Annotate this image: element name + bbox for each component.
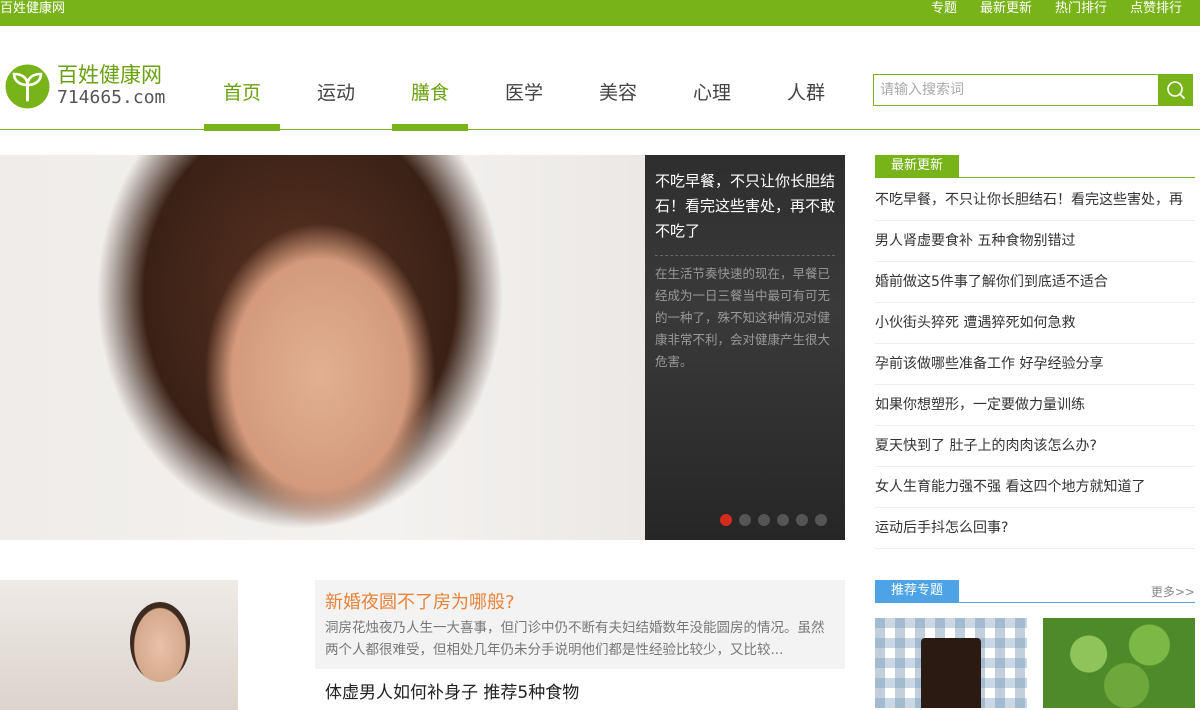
- latest-header: 最新更新: [875, 155, 1195, 178]
- latest-item[interactable]: 孕前该做哪些准备工作 好孕经验分享: [875, 344, 1195, 385]
- slider-dot[interactable]: [720, 514, 732, 526]
- recommended-topics: 推荐专题 更多>>: [875, 580, 1195, 708]
- latest-item[interactable]: 夏天快到了 肚子上的肉肉该怎么办?: [875, 426, 1195, 467]
- feature-article: 新婚夜圆不了房为哪般? 洞房花烛夜乃人生一大喜事，但门诊中仍不断有夫妇结婚数年没…: [315, 580, 845, 669]
- top-link-latest[interactable]: 最新更新: [980, 0, 1032, 18]
- topic-image-mint[interactable]: [1043, 618, 1195, 708]
- slider-caption-panel: 不吃早餐，不只让你长胆结石！看完这些害处，再不敢不吃了 在生活节奏快速的现在，早…: [645, 155, 845, 540]
- article-title[interactable]: 体虚男人如何补身子 推荐5种食物: [325, 678, 579, 703]
- headline-slider: 不吃早餐，不只让你长胆结石！看完这些害处，再不敢不吃了 在生活节奏快速的现在，早…: [0, 155, 845, 540]
- latest-item[interactable]: 如果你想塑形，一定要做力量训练: [875, 385, 1195, 426]
- nav-item-beauty[interactable]: 美容: [580, 26, 656, 130]
- article-thumbnail[interactable]: [0, 580, 238, 710]
- thumbnail-figure: [130, 602, 190, 682]
- top-link-like-ranking[interactable]: 点赞排行: [1130, 0, 1182, 18]
- search-icon: [1167, 81, 1185, 99]
- nav-item-home[interactable]: 首页: [204, 26, 280, 131]
- nav-item-diet[interactable]: 膳食: [392, 26, 468, 131]
- site-logo[interactable]: 百姓健康网 714665.com: [5, 62, 195, 112]
- topics-heading: 推荐专题: [875, 580, 960, 602]
- topic-image-cola[interactable]: [875, 618, 1027, 708]
- latest-item[interactable]: 不吃早餐，不只让你长胆结石！看完这些害处，再: [875, 180, 1195, 221]
- topics-more-link[interactable]: 更多>>: [1151, 583, 1195, 600]
- topics-header: 推荐专题 更多>>: [875, 580, 1195, 603]
- latest-item[interactable]: 男人肾虚要食补 五种食物别错过: [875, 221, 1195, 262]
- top-links: 专题 最新更新 热门排行 点赞排行: [931, 0, 1182, 18]
- feature-title[interactable]: 新婚夜圆不了房为哪般?: [325, 588, 515, 614]
- slider-dot[interactable]: [758, 514, 770, 526]
- latest-item[interactable]: 女人生育能力强不强 看这四个地方就知道了: [875, 467, 1195, 508]
- search-input[interactable]: [873, 74, 1159, 106]
- logo-site-name: 百姓健康网: [57, 63, 162, 87]
- latest-list: 不吃早餐，不只让你长胆结石！看完这些害处，再 男人肾虚要食补 五种食物别错过 婚…: [875, 180, 1195, 549]
- feature-description: 洞房花烛夜乃人生一大喜事，但门诊中仍不断有夫妇结婚数年没能圆房的情况。虽然两个人…: [325, 620, 825, 658]
- nav-item-sport[interactable]: 运动: [298, 26, 374, 130]
- main-nav: 首页 运动 膳食 医学 美容 心理 人群: [204, 26, 862, 131]
- top-bar: 百姓健康网 专题 最新更新 热门排行 点赞排行: [0, 0, 1200, 26]
- slider-dot[interactable]: [796, 514, 808, 526]
- nav-item-psychology[interactable]: 心理: [674, 26, 750, 130]
- nav-item-people[interactable]: 人群: [768, 26, 844, 130]
- sprout-logo-icon: [5, 64, 50, 109]
- slider-dot[interactable]: [815, 514, 827, 526]
- latest-updates: 最新更新 不吃早餐，不只让你长胆结石！看完这些害处，再 男人肾虚要食补 五种食物…: [875, 155, 1195, 549]
- header: 百姓健康网 714665.com 首页 运动 膳食 医学 美容 心理 人群: [0, 26, 1200, 131]
- nav-item-medicine[interactable]: 医学: [486, 26, 562, 130]
- slider-divider: [655, 255, 835, 256]
- slider-dots: [720, 514, 827, 526]
- search-box: [873, 74, 1193, 106]
- latest-item[interactable]: 运动后手抖怎么回事?: [875, 508, 1195, 549]
- latest-heading: 最新更新: [875, 155, 960, 177]
- slider-dot[interactable]: [777, 514, 789, 526]
- logo-domain: 714665.com: [57, 87, 166, 108]
- top-site-name[interactable]: 百姓健康网: [0, 0, 65, 18]
- top-link-hot-ranking[interactable]: 热门排行: [1055, 0, 1107, 18]
- slider-title[interactable]: 不吃早餐，不只让你长胆结石！看完这些害处，再不敢不吃了: [655, 169, 839, 244]
- slider-photo[interactable]: [0, 155, 645, 540]
- search-button[interactable]: [1159, 74, 1193, 106]
- slider-dot[interactable]: [739, 514, 751, 526]
- slider-description: 在生活节奏快速的现在，早餐已经成为一日三餐当中最可有可无的一种了，殊不知这种情况…: [655, 266, 831, 369]
- latest-item[interactable]: 婚前做这5件事了解你们到底适不适合: [875, 262, 1195, 303]
- cola-glass: [921, 638, 981, 708]
- top-link-topics[interactable]: 专题: [931, 0, 957, 18]
- latest-item[interactable]: 小伙街头猝死 遭遇猝死如何急救: [875, 303, 1195, 344]
